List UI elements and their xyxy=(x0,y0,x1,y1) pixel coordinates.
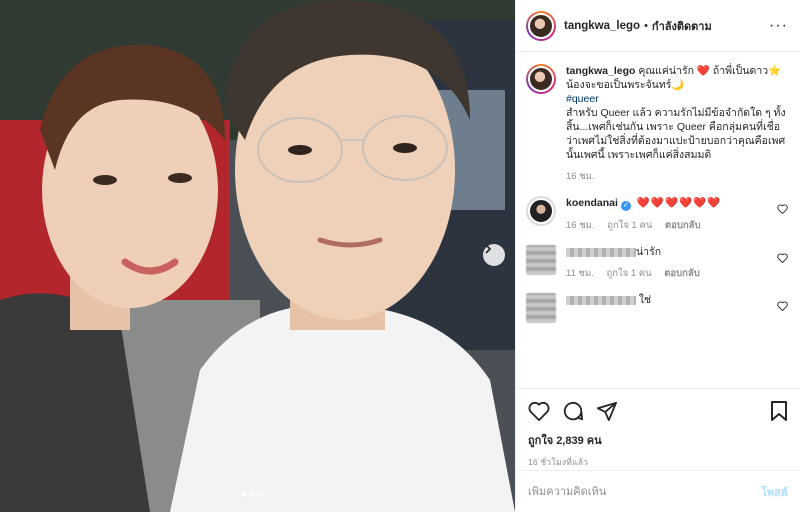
reply-button[interactable]: ตอบกลับ xyxy=(664,268,700,279)
heart-icon[interactable] xyxy=(528,401,550,421)
caption: tangkwa_lego คุณแค่น่ารัก ❤️ ถ้าพี่เป็นด… xyxy=(526,64,788,184)
comment-likes[interactable]: ถูกใจ 1 คน xyxy=(607,220,652,231)
reply-button[interactable]: ตอบกลับ xyxy=(665,220,701,231)
add-comment-bar: โพสต์ xyxy=(516,470,800,512)
share-icon[interactable] xyxy=(596,401,618,421)
comment-item: ใช่ xyxy=(526,293,788,323)
carousel-dot-active xyxy=(241,492,246,497)
post-side-panel: tangkwa_lego • กำลังติดตาม ··· tangkwa_l… xyxy=(515,0,800,512)
selfie-illustration xyxy=(0,0,515,512)
post-comment-button[interactable]: โพสต์ xyxy=(761,483,788,501)
post-actions: ถูกใจ 2,839 คน 16 ชั่วโมงที่แล้ว xyxy=(516,388,800,469)
commenter-avatar-blurred xyxy=(526,293,556,323)
author-username[interactable]: tangkwa_lego xyxy=(564,20,640,32)
verified-badge-icon: ✓ xyxy=(620,201,631,211)
chevron-right-icon xyxy=(485,244,492,254)
caption-username[interactable]: tangkwa_lego xyxy=(566,65,635,77)
commenter-username-blurred xyxy=(566,247,636,257)
comment-item: น่ารัก 11 ชม. ถูกใจ 1 คน ตอบกลับ xyxy=(526,245,788,281)
comment-item: koendanai ✓ ❤️❤️❤️❤️❤️❤️ 16 ชม. ถูกใจ 1 ค… xyxy=(526,196,788,233)
bookmark-icon[interactable] xyxy=(770,400,788,422)
comment-like-icon[interactable] xyxy=(777,204,788,214)
comment-text: น่ารัก xyxy=(636,246,662,258)
hashtag-link[interactable]: #queer xyxy=(566,93,599,105)
caption-text-2: สำหรับ Queer แล้ว ความรักไม่มีข้อจำกัดใด… xyxy=(566,107,786,161)
header-separator: • xyxy=(644,19,648,32)
comment-time: 16 ชม. xyxy=(566,220,595,231)
comment-time: 11 ชม. xyxy=(566,268,594,279)
commenter-username-blurred xyxy=(566,295,636,305)
comment-icon[interactable] xyxy=(562,400,584,422)
post-photo[interactable] xyxy=(0,0,515,512)
comment-text: ❤️❤️❤️❤️❤️❤️ xyxy=(636,197,722,209)
following-button[interactable]: กำลังติดตาม xyxy=(652,17,712,35)
comments-list: tangkwa_lego คุณแค่น่ารัก ❤️ ถ้าพี่เป็นด… xyxy=(516,52,800,388)
likes-count[interactable]: ถูกใจ 2,839 คน xyxy=(528,431,788,449)
more-options-icon[interactable]: ··· xyxy=(769,17,788,35)
comment-text: ใช่ xyxy=(638,294,652,306)
caption-avatar[interactable] xyxy=(526,64,556,94)
commenter-avatar[interactable] xyxy=(526,196,556,226)
comment-like-icon[interactable] xyxy=(777,301,788,311)
post-header: tangkwa_lego • กำลังติดตาม ··· xyxy=(516,0,800,52)
carousel-dot xyxy=(259,492,264,497)
author-avatar[interactable] xyxy=(526,10,556,41)
commenter-username[interactable]: koendanai xyxy=(566,197,618,209)
comment-input[interactable] xyxy=(528,485,761,498)
carousel-dot xyxy=(250,492,255,497)
caption-time: 16 ชม. xyxy=(566,171,595,182)
carousel-dots xyxy=(241,492,264,497)
post-timestamp: 16 ชั่วโมงที่แล้ว xyxy=(528,457,589,467)
comment-likes[interactable]: ถูกใจ 1 คน xyxy=(607,268,652,279)
commenter-avatar-blurred xyxy=(526,245,556,275)
comment-like-icon[interactable] xyxy=(777,253,788,263)
carousel-next-button[interactable] xyxy=(483,244,505,266)
